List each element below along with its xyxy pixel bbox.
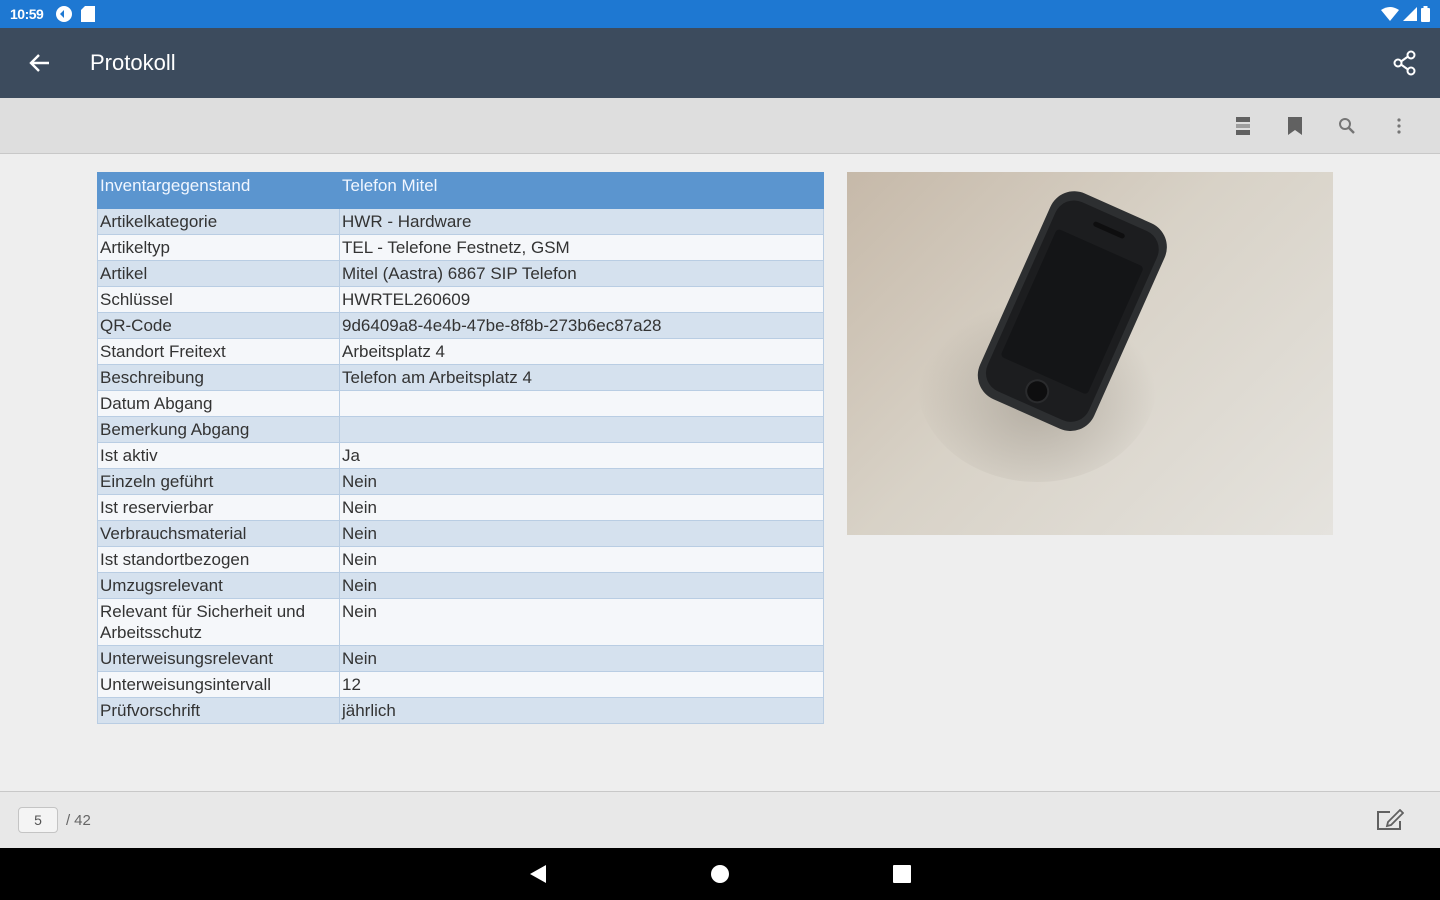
item-photo (847, 172, 1333, 535)
viewer-toolbar (0, 98, 1440, 154)
more-options-button[interactable] (1373, 100, 1425, 152)
more-vert-icon (1397, 117, 1401, 134)
document-view[interactable]: Inventargegenstand Telefon Mitel Artikel… (0, 155, 1440, 791)
page-navigation-bar: / 42 (0, 791, 1440, 848)
row-key: Bemerkung Abgang (97, 416, 340, 443)
page-layout-icon (1236, 116, 1250, 135)
row-value: Nein (339, 572, 824, 599)
row-value: Nein (339, 645, 824, 672)
triangle-back-icon (530, 865, 546, 883)
row-value: Nein (339, 494, 824, 521)
row-key: Artikeltyp (97, 234, 340, 261)
row-value (339, 390, 824, 417)
row-value (339, 416, 824, 443)
table-row: Prüfvorschrift jährlich (97, 697, 824, 724)
page-separator: / (66, 811, 71, 829)
table-row: Standort Freitext Arbeitsplatz 4 (97, 338, 824, 365)
row-key: Artikelkategorie (97, 208, 340, 235)
table-row: Artikeltyp TEL - Telefone Festnetz, GSM (97, 234, 824, 261)
circle-home-icon (711, 865, 729, 883)
square-recents-icon (893, 865, 911, 883)
sd-card-icon (81, 6, 96, 22)
vpn-icon (56, 6, 73, 22)
row-key: Relevant für Sicherheit und Arbeitsschut… (97, 598, 340, 646)
battery-icon (1421, 6, 1430, 22)
table-row: Ist standortbezogen Nein (97, 546, 824, 573)
table-row: Schlüssel HWRTEL260609 (97, 286, 824, 313)
row-value: HWR - Hardware (339, 208, 824, 235)
status-bar: 10:59 (0, 0, 1440, 28)
table-row: Verbrauchsmaterial Nein (97, 520, 824, 547)
nav-recents-button[interactable] (872, 848, 932, 900)
table-row: Beschreibung Telefon am Arbeitsplatz 4 (97, 364, 824, 391)
table-row: Artikelkategorie HWR - Hardware (97, 208, 824, 235)
page-layout-button[interactable] (1217, 100, 1269, 152)
table-row: Einzeln geführt Nein (97, 468, 824, 495)
table-row: Unterweisungsrelevant Nein (97, 645, 824, 672)
bookmark-icon (1288, 116, 1302, 135)
row-value: Nein (339, 598, 824, 646)
row-value: Nein (339, 468, 824, 495)
table-row: Ist aktiv Ja (97, 442, 824, 469)
arrow-back-icon (29, 54, 49, 72)
row-value: 9d6409a8-4e4b-47be-8f8b-273b6ec87a28 (339, 312, 824, 339)
nav-home-button[interactable] (690, 848, 750, 900)
row-value: Arbeitsplatz 4 (339, 338, 824, 365)
search-icon (1339, 117, 1355, 134)
bookmark-button[interactable] (1269, 100, 1321, 152)
row-key: Umzugsrelevant (97, 572, 340, 599)
wifi-icon (1381, 7, 1399, 21)
table-row: QR-Code 9d6409a8-4e4b-47be-8f8b-273b6ec87… (97, 312, 824, 339)
page-number-input[interactable] (18, 807, 58, 833)
phone-image (917, 191, 1167, 482)
row-value: Nein (339, 520, 824, 547)
row-value: Ja (339, 442, 824, 469)
table-header-row: Inventargegenstand Telefon Mitel (97, 172, 824, 209)
page-title: Protokoll (90, 50, 176, 75)
row-key: Einzeln geführt (97, 468, 340, 495)
page-total: 42 (74, 811, 91, 829)
row-key: Ist reservierbar (97, 494, 340, 521)
inventory-table: Inventargegenstand Telefon Mitel Artikel… (97, 172, 824, 724)
share-button[interactable] (1370, 28, 1440, 98)
share-icon (1393, 50, 1416, 76)
row-key: Datum Abgang (97, 390, 340, 417)
table-row: Ist reservierbar Nein (97, 494, 824, 521)
search-button[interactable] (1321, 100, 1373, 152)
row-key: Ist aktiv (97, 442, 340, 469)
table-header-value: Telefon Mitel (339, 172, 824, 209)
row-key: QR-Code (97, 312, 340, 339)
row-key: Ist standortbezogen (97, 546, 340, 573)
row-value: 12 (339, 671, 824, 698)
row-value: jährlich (339, 697, 824, 724)
table-row: Unterweisungsintervall 12 (97, 671, 824, 698)
table-row: Artikel Mitel (Aastra) 6867 SIP Telefon (97, 260, 824, 287)
row-key: Unterweisungsrelevant (97, 645, 340, 672)
row-key: Standort Freitext (97, 338, 340, 365)
row-key: Artikel (97, 260, 340, 287)
row-value: Nein (339, 546, 824, 573)
row-key: Schlüssel (97, 286, 340, 313)
row-value: Telefon am Arbeitsplatz 4 (339, 364, 824, 391)
signal-icon (1403, 7, 1417, 21)
edit-note-icon (1377, 809, 1404, 830)
table-header-key: Inventargegenstand (97, 172, 340, 209)
system-nav-bar (0, 848, 1440, 900)
row-value: Mitel (Aastra) 6867 SIP Telefon (339, 260, 824, 287)
table-row: Bemerkung Abgang (97, 416, 824, 443)
app-bar: Protokoll (0, 28, 1440, 98)
table-row: Umzugsrelevant Nein (97, 572, 824, 599)
back-button[interactable] (0, 28, 80, 98)
row-key: Beschreibung (97, 364, 340, 391)
row-key: Verbrauchsmaterial (97, 520, 340, 547)
table-row: Datum Abgang (97, 390, 824, 417)
annotate-button[interactable] (1370, 800, 1410, 840)
nav-back-button[interactable] (508, 848, 568, 900)
row-key: Unterweisungsintervall (97, 671, 340, 698)
row-value: HWRTEL260609 (339, 286, 824, 313)
status-time: 10:59 (10, 6, 44, 22)
row-value: TEL - Telefone Festnetz, GSM (339, 234, 824, 261)
row-key: Prüfvorschrift (97, 697, 340, 724)
table-row: Relevant für Sicherheit und Arbeitsschut… (97, 598, 824, 646)
